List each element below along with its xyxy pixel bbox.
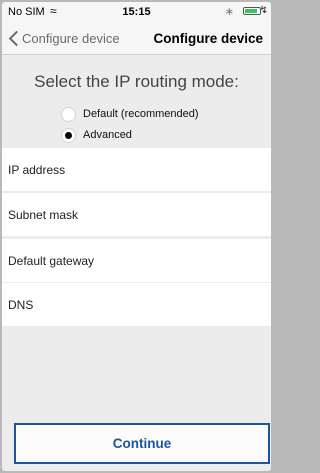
- ip-address-field[interactable]: [2, 148, 271, 191]
- default-gateway-field[interactable]: [2, 239, 271, 282]
- status-bar: No SIM ≈ 15:15 ∗ ↯: [2, 2, 271, 22]
- battery-level: [245, 9, 257, 13]
- subnet-mask-field-row: [2, 193, 271, 236]
- charging-icon: ↯: [259, 5, 268, 16]
- radio-option-advanced[interactable]: Advanced: [62, 126, 132, 144]
- dns-field-row: [2, 283, 271, 326]
- subnet-mask-field[interactable]: [2, 193, 271, 236]
- back-button[interactable]: Configure device: [22, 31, 120, 46]
- radio-option-default[interactable]: Default (recommended): [62, 105, 199, 123]
- device-screen: No SIM ≈ 15:15 ∗ ↯ Configure device Conf…: [2, 2, 271, 471]
- radio-label-advanced: Advanced: [83, 129, 132, 141]
- battery-icon: [243, 7, 261, 15]
- dns-field[interactable]: [2, 283, 271, 326]
- ip-address-field-row: [2, 148, 271, 191]
- page-title: Configure device: [153, 31, 263, 46]
- navigation-bar: Configure device Configure device: [2, 22, 271, 55]
- default-gateway-field-row: [2, 239, 271, 282]
- continue-button[interactable]: Continue: [14, 423, 270, 464]
- bluetooth-icon: ∗: [224, 6, 234, 18]
- radio-button-default[interactable]: [62, 107, 75, 121]
- radio-button-advanced[interactable]: [62, 128, 75, 142]
- routing-mode-prompt: Select the IP routing mode:: [34, 72, 239, 91]
- radio-label-default: Default (recommended): [83, 108, 199, 120]
